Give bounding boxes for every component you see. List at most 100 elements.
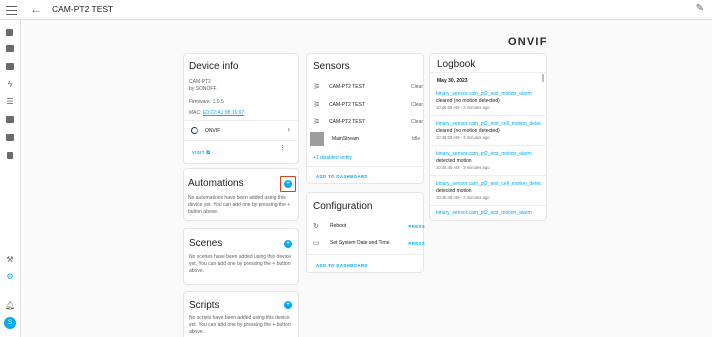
scripts-card: Scripts + No scripts have been added usi… [183,291,299,337]
logbook-entity-link[interactable]: binary_sensor.cam_pt2_test_motion_alarm [436,210,544,216]
divider [307,254,425,255]
logbook-entry: binary_sensor.cam_pt2_test_motion_alarm … [436,151,544,170]
todo-icon[interactable] [7,152,13,159]
more-options-icon[interactable]: ⋮ [279,145,286,152]
sensor-state: Clear [411,101,423,108]
sensors-title: Sensors [313,61,350,72]
integration-name[interactable]: ONVIF [205,128,220,134]
logbook-message: cleared (no motion detected) [436,128,500,134]
open-in-new-icon: ⧉ [206,150,211,156]
scenes-title: Scenes [189,238,223,249]
automations-empty-text: No automations have been added using thi… [188,195,291,215]
energy-icon[interactable]: ϟ [5,80,15,90]
config-row[interactable]: ▭ Set System Date and Time PRESS [313,239,425,247]
settings-gear-icon[interactable]: ⚙ [5,272,15,282]
history-icon[interactable] [6,116,14,123]
sensor-row[interactable]: ⚞ CAM-PT2 TEST Clear [313,117,423,126]
logbook-time: 10:46:08 AM - 3 minutes ago [436,135,490,140]
automations-card: Automations + No automations have been a… [183,168,299,221]
logbook-message: detected motion [436,158,472,164]
sensor-name: MainStream [332,136,359,142]
sensor-state: Clear [411,83,423,90]
top-header: ← CAM-PT2 TEST ✎ [0,0,712,20]
device-model: CAM-PT2 [189,79,211,85]
motion-sensor-icon: ⚞ [313,100,321,109]
map-icon[interactable] [6,63,14,70]
sensor-row[interactable]: MainStream Idle [310,132,420,146]
device-manufacturer: by SONOFF [189,86,217,92]
logbook-entity-link[interactable]: binary_sensor.cam_pt2_test_cell_motion_d… [436,181,544,187]
logbook-entity-link[interactable]: binary_sensor.cam_pt2_test_motion_alarm [436,91,544,97]
logbook-entry: binary_sensor.cam_pt2_test_motion_alarm [436,210,544,216]
divider [307,166,425,167]
sensor-name: CAM-PT2 TEST [329,101,366,108]
logbook-date: May 30, 2023 [437,78,468,84]
sensor-row[interactable]: ⚞ CAM-PT2 TEST Clear [313,100,423,109]
user-avatar[interactable]: S [4,317,16,329]
scenes-empty-text: No scenes have been added using this dev… [189,254,292,274]
add-script-button[interactable]: + [284,301,292,309]
logbook-message: cleared (no motion detected) [436,98,500,104]
notifications-bell-icon[interactable]: 🔔︎ [5,301,15,311]
device-info-card: Device info CAM-PT2 by SONOFF Firmware: … [183,53,300,164]
sensors-card: Sensors ⚞ CAM-PT2 TEST Clear ⚞ CAM-PT2 T… [306,53,425,184]
divider [430,145,546,146]
logbook-entry: binary_sensor.cam_pt2_test_cell_motion_d… [436,121,544,140]
config-name: Set System Date and Time [330,240,390,246]
automations-title: Automations [188,178,244,189]
logbook-entity-link[interactable]: binary_sensor.cam_pt2_test_motion_alarm [436,151,544,157]
sensor-state: Idle [411,136,420,142]
divider [430,175,546,176]
edit-pencil-icon[interactable]: ✎ [696,3,704,14]
logbook-title: Logbook [437,59,476,70]
divider [430,205,546,206]
mac-label: MAC: [189,110,202,116]
press-button[interactable]: PRESS [408,241,425,246]
divider [430,72,546,73]
add-to-dashboard-button[interactable]: ADD TO DASHBOARD [316,174,368,179]
sidebar: ϟ ☰ ⚒ ⚙ 🔔︎ S [0,20,21,337]
sensor-state: Clear [411,118,423,125]
onvif-integration-icon [191,127,198,134]
divider [430,115,546,116]
logbook-entity-link[interactable]: binary_sensor.cam_pt2_test_cell_motion_d… [436,121,544,127]
back-arrow-icon[interactable]: ← [30,2,42,16]
monitor-clock-icon: ▭ [313,240,320,247]
mac-value-link[interactable]: E0:22:A1:98:16:97 [203,110,244,116]
logbook-message: detected motion [436,188,472,194]
scripts-empty-text: No scripts have been added using this de… [189,315,291,335]
disabled-entities-link[interactable]: +1 disabled entity [313,155,352,161]
sensor-name: CAM-PT2 TEST [329,83,366,90]
logbook-time: 10:45:48 AM - 3 minutes ago [436,195,490,200]
chevron-right-icon[interactable]: › [287,125,290,134]
divider [184,140,300,141]
scripts-title: Scripts [189,300,220,311]
press-button[interactable]: PRESS [408,224,425,229]
logbook-card: Logbook May 30, 2023 binary_sensor.cam_p… [429,53,547,221]
scenes-card: Scenes + No scenes have been added using… [183,228,299,285]
onvif-logo: ONVIF [508,36,548,48]
device-mac: MAC: E0:22:A1:98:16:97 [189,110,244,116]
sensor-row[interactable]: ⚞ CAM-PT2 TEST Clear [313,82,423,91]
logbook-entry: binary_sensor.cam_pt2_test_cell_motion_d… [436,181,544,200]
config-row[interactable]: ↻ Reboot PRESS [313,222,425,230]
scrollbar[interactable] [542,74,544,82]
menu-icon[interactable] [6,4,17,16]
sensor-name: CAM-PT2 TEST [329,118,366,125]
overview-icon[interactable] [6,29,13,36]
device-info-title: Device info [189,61,239,72]
logbook-time: 10:46:08 AM - 3 minutes ago [436,105,490,110]
logbook-time: 10:45:48 AM - 3 minutes ago [436,165,490,170]
configuration-card: Configuration ↻ Reboot PRESS ▭ Set Syste… [306,192,425,273]
add-to-dashboard-button[interactable]: ADD TO DASHBOARD [316,263,368,268]
media-icon[interactable] [6,45,14,52]
add-scene-button[interactable]: + [284,240,292,248]
add-automation-button[interactable]: + [284,180,292,188]
logbook-icon[interactable]: ☰ [5,97,15,107]
media-browser-icon[interactable] [6,134,14,141]
visit-button[interactable]: VISIT ⧉ [192,150,210,156]
camera-thumbnail [310,132,324,146]
developer-tools-icon[interactable]: ⚒ [5,255,15,265]
logbook-entry: binary_sensor.cam_pt2_test_motion_alarm … [436,91,544,110]
divider [184,120,300,121]
